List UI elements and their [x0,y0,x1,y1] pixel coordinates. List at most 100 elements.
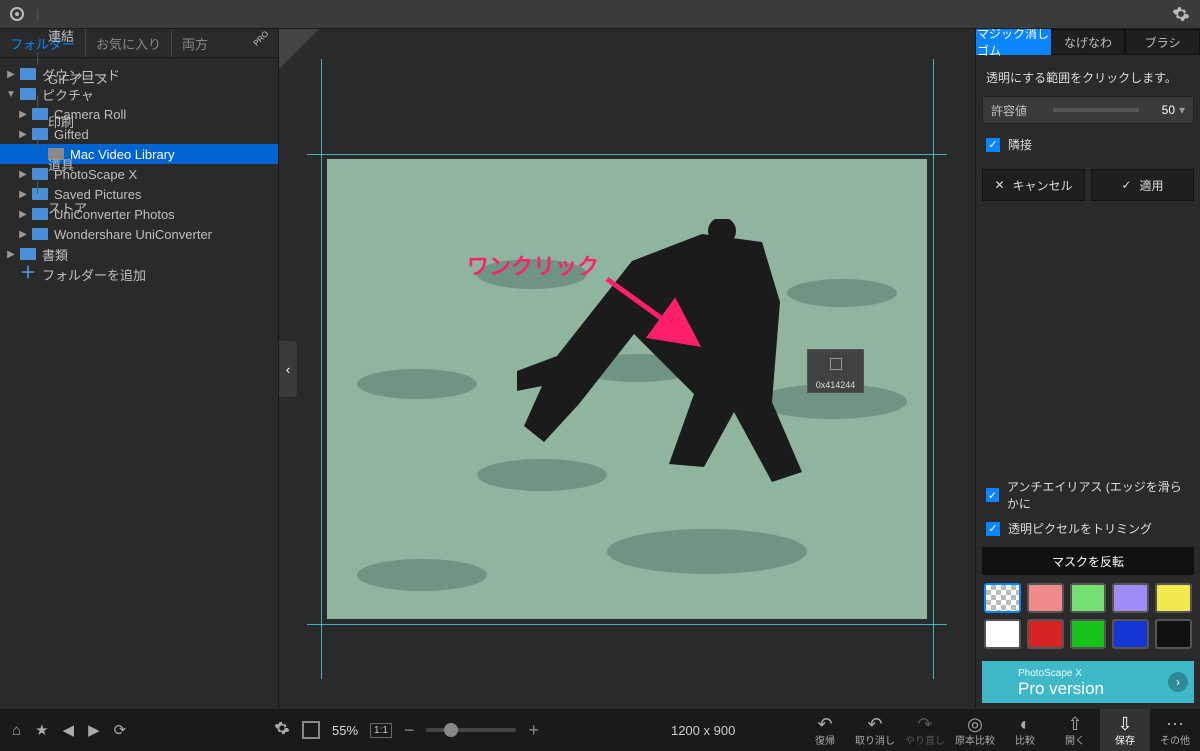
tolerance-row[interactable]: 許容値 50 ▾ [982,96,1194,124]
bg-swatch-#73e071[interactable] [1070,583,1107,613]
sidebar-collapse-button[interactable]: ‹ [279,341,297,397]
tool-tab-なげなわ[interactable]: なげなわ [1051,29,1126,55]
open-icon: ⇧ [1067,714,1082,730]
refresh-icon[interactable]: ⟳ [114,721,127,739]
tolerance-label: 許容値 [983,102,1053,119]
bottom-tool-label: やり直し [905,732,945,747]
instruction-text: 透明にする範囲をクリックします。 [976,55,1200,96]
bg-swatch-#f4e84f[interactable] [1155,583,1192,613]
pro-version-promo[interactable]: PhotoScape X Pro version › [982,661,1194,703]
redo-icon: ↷ [917,714,932,730]
bottom-tool-compare2[interactable]: ◐比較 [1000,709,1050,751]
bottom-tool-redo: ↷ やり直し [900,709,950,751]
nav-forward-icon[interactable]: ▶ [88,721,100,739]
eyedropper-hex-value: 0x414244 [808,380,863,390]
tolerance-stepper[interactable]: ▾ [1179,103,1193,117]
star-icon[interactable]: ★ [35,721,48,739]
menu-印刷[interactable]: 印刷 [36,108,150,136]
promo-line2: Pro version [1018,679,1104,699]
eyedropper-tooltip: 0x414244 [807,349,864,393]
bottom-tool-label: 保存 [1115,732,1135,747]
promo-line1: PhotoScape X [1018,668,1082,679]
zoom-out-button[interactable]: − [404,720,415,741]
tool-tab-マジック消しゴム[interactable]: マジック消しゴム [976,29,1051,55]
compare2-icon: ◐ [1020,714,1031,730]
bottom-tool-save[interactable]: ⇩保存 [1100,709,1150,751]
apply-button[interactable]: ✓ 適用 [1091,169,1194,201]
promo-arrow-icon: › [1168,672,1188,692]
tree-toggle-icon[interactable]: ▶ [18,229,28,240]
folder-icon [20,248,36,260]
aspect-icon[interactable] [302,721,320,739]
bottom-tool-open[interactable]: ⇧開く [1050,709,1100,751]
tree-toggle-icon[interactable]: ▶ [18,129,28,140]
bg-swatch-#1437d4[interactable] [1112,619,1149,649]
folder-icon [20,88,36,100]
menu-連結[interactable]: 連結 [36,22,150,50]
zoom-1to1-button[interactable]: 1:1 [370,723,392,738]
more-icon: ⋯ [1166,714,1184,730]
bg-swatch-#d62424[interactable] [1027,619,1064,649]
check-icon: ✓ [1121,178,1131,192]
tolerance-slider[interactable] [1053,108,1139,112]
tree-toggle-icon[interactable]: ▶ [6,69,16,80]
bg-swatch-#17c21b[interactable] [1070,619,1107,649]
bottom-tool-label: 取り消し [855,732,895,747]
background-swatches [976,583,1200,657]
menu-コラージュ[interactable]: コラージュ [36,0,150,7]
tolerance-value: 50 [1145,103,1179,117]
tree-toggle-icon[interactable]: ▶ [18,189,28,200]
tree-toggle-icon[interactable]: ▼ [6,89,16,100]
contiguous-label: 隣接 [1008,136,1032,153]
image-canvas[interactable]: ワンクリック 0x414244 [327,159,927,619]
contiguous-checkbox-row[interactable]: ✓ 隣接 [976,132,1200,157]
tree-item-書類[interactable]: ▶書類 [0,244,278,264]
checkbox-checked-icon[interactable]: ✓ [986,488,999,502]
canvas-area[interactable]: PRO ‹ ワンクリック [279,29,975,709]
antialias-checkbox-row[interactable]: ✓ アンチエイリアス (エッジを滑らかに [976,474,1200,516]
canvas-dimensions: 1200 x 900 [671,723,735,738]
checkbox-checked-icon[interactable]: ✓ [986,522,1000,536]
tree-toggle-icon[interactable]: ▶ [18,169,28,180]
bg-swatch-#111111[interactable] [1155,619,1192,649]
zoom-slider[interactable] [426,728,516,732]
bottom-tool-compare1[interactable]: ◎ 原本比較 [950,709,1000,751]
add-folder-icon: ＋ [20,268,36,280]
checkbox-checked-icon[interactable]: ✓ [986,138,1000,152]
bg-swatch-checker[interactable] [984,583,1021,613]
zoom-in-button[interactable]: + [528,720,539,741]
bottom-tool-undo[interactable]: ↶復帰 [800,709,850,751]
bg-swatch-#a18bf2[interactable] [1112,583,1149,613]
bottom-tool-label: 復帰 [815,732,835,747]
canvas-inner: ワンクリック 0x414244 [307,59,947,679]
tree-toggle-icon[interactable]: ▶ [6,249,16,260]
nav-back-icon[interactable]: ◀ [63,721,75,739]
bg-swatch-#ef8a8a[interactable] [1027,583,1064,613]
menu-GIFアニメ[interactable]: GIFアニメ [36,65,150,93]
zoom-percent: 55% [332,723,358,738]
sidebar-tab-両方[interactable]: 両方 [171,29,218,57]
menu-道具[interactable]: 道具 [36,151,150,179]
tree-item-フォルダーを追加[interactable]: ＋フォルダーを追加 [0,264,278,284]
home-icon[interactable]: ⌂ [12,722,21,739]
app-logo-icon [8,5,26,23]
tool-tab-ブラシ[interactable]: ブラシ [1125,29,1200,55]
invert-mask-button[interactable]: マスクを反転 [982,547,1194,575]
folder-icon [32,228,48,240]
bottom-tool-label: その他 [1160,732,1190,747]
tree-toggle-icon[interactable]: ▶ [18,109,28,120]
folder-icon [20,68,36,80]
cancel-button[interactable]: ✕ キャンセル [982,169,1085,201]
settings-gear-icon[interactable] [1172,0,1190,28]
bottom-tool-label: 原本比較 [955,732,995,747]
bg-swatch-#ffffff[interactable] [984,619,1021,649]
bottom-tool-more[interactable]: ⋯ その他 [1150,709,1200,751]
trim-label: 透明ピクセルをトリミング [1008,520,1152,537]
tree-toggle-icon[interactable]: ▶ [18,209,28,220]
menu-ストア[interactable]: ストア [36,194,150,222]
trim-checkbox-row[interactable]: ✓ 透明ピクセルをトリミング [976,516,1200,541]
compare1-icon: ◎ [967,714,983,730]
tree-item-Wondershare UniConverter[interactable]: ▶Wondershare UniConverter [0,224,278,244]
sidebar-settings-icon[interactable] [274,720,290,740]
bottom-tool-undo2[interactable]: ↶取り消し [850,709,900,751]
